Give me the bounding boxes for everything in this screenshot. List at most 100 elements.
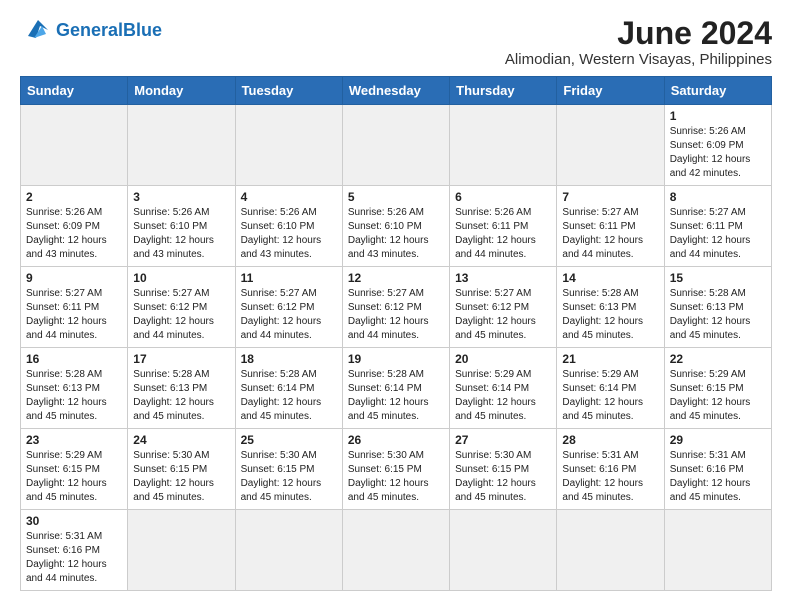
calendar-cell: 20Sunrise: 5:29 AM Sunset: 6:14 PM Dayli… bbox=[450, 348, 557, 429]
calendar-cell: 6 Sunrise: 5:26 AM Sunset: 6:11 PM Daylig… bbox=[450, 186, 557, 267]
title-block: June 2024 Alimodian, Western Visayas, Ph… bbox=[505, 16, 772, 68]
calendar-cell: 30Sunrise: 5:31 AM Sunset: 6:16 PM Dayli… bbox=[21, 510, 128, 591]
day-number: 23 bbox=[26, 433, 122, 447]
calendar-cell: 28 Sunrise: 5:31 AM Sunset: 6:16 PM Dayli… bbox=[557, 429, 664, 510]
calendar-cell: 1 Sunrise: 5:26 AM Sunset: 6:09 PM Daylig… bbox=[664, 105, 771, 186]
header-friday: Friday bbox=[557, 77, 664, 105]
calendar-row: 23Sunrise: 5:29 AM Sunset: 6:15 PM Dayli… bbox=[21, 429, 772, 510]
day-number: 3 bbox=[133, 190, 229, 204]
day-info: Sunrise: 5:28 AM Sunset: 6:13 PM Dayligh… bbox=[562, 287, 658, 343]
calendar-cell: 17 Sunrise: 5:28 AM Sunset: 6:13 PM Dayli… bbox=[128, 348, 235, 429]
calendar-table: Sunday Monday Tuesday Wednesday Thursday… bbox=[20, 76, 772, 591]
calendar-cell: 18 Sunrise: 5:28 AM Sunset: 6:14 PM Dayli… bbox=[235, 348, 342, 429]
calendar-cell bbox=[342, 510, 449, 591]
calendar-cell: 5Sunrise: 5:26 AM Sunset: 6:10 PM Daylig… bbox=[342, 186, 449, 267]
calendar-cell bbox=[450, 105, 557, 186]
location-subtitle: Alimodian, Western Visayas, Philippines bbox=[505, 51, 772, 68]
day-number: 19 bbox=[348, 352, 444, 366]
calendar-cell: 26 Sunrise: 5:30 AM Sunset: 6:15 PM Dayli… bbox=[342, 429, 449, 510]
day-info: Sunrise: 5:31 AM Sunset: 6:16 PM Dayligh… bbox=[562, 449, 658, 505]
day-info: Sunrise: 5:27 AM Sunset: 6:12 PM Dayligh… bbox=[455, 287, 551, 343]
calendar-cell: 21 Sunrise: 5:29 AM Sunset: 6:14 PM Dayli… bbox=[557, 348, 664, 429]
calendar-cell: 11Sunrise: 5:27 AM Sunset: 6:12 PM Dayli… bbox=[235, 267, 342, 348]
logo-text: GeneralBlue bbox=[56, 21, 162, 39]
calendar-cell bbox=[21, 105, 128, 186]
day-number: 8 bbox=[670, 190, 766, 204]
calendar-cell: 14 Sunrise: 5:28 AM Sunset: 6:13 PM Dayli… bbox=[557, 267, 664, 348]
day-info: Sunrise: 5:26 AM Sunset: 6:09 PM Dayligh… bbox=[26, 206, 122, 262]
day-number: 6 bbox=[455, 190, 551, 204]
day-info: Sunrise: 5:29 AM Sunset: 6:14 PM Dayligh… bbox=[455, 368, 551, 424]
page-header: GeneralBlue June 2024 Alimodian, Western… bbox=[20, 16, 772, 68]
day-number: 21 bbox=[562, 352, 658, 366]
calendar-cell: 27 Sunrise: 5:30 AM Sunset: 6:15 PM Dayli… bbox=[450, 429, 557, 510]
calendar-cell: 23Sunrise: 5:29 AM Sunset: 6:15 PM Dayli… bbox=[21, 429, 128, 510]
day-number: 28 bbox=[562, 433, 658, 447]
day-number: 17 bbox=[133, 352, 229, 366]
day-info: Sunrise: 5:26 AM Sunset: 6:10 PM Dayligh… bbox=[241, 206, 337, 262]
calendar-cell: 4Sunrise: 5:26 AM Sunset: 6:10 PM Daylig… bbox=[235, 186, 342, 267]
header-wednesday: Wednesday bbox=[342, 77, 449, 105]
logo-general: General bbox=[56, 20, 123, 40]
day-info: Sunrise: 5:26 AM Sunset: 6:09 PM Dayligh… bbox=[670, 125, 766, 181]
day-info: Sunrise: 5:29 AM Sunset: 6:15 PM Dayligh… bbox=[670, 368, 766, 424]
calendar-cell bbox=[664, 510, 771, 591]
day-number: 22 bbox=[670, 352, 766, 366]
day-number: 18 bbox=[241, 352, 337, 366]
calendar-cell: 29Sunrise: 5:31 AM Sunset: 6:16 PM Dayli… bbox=[664, 429, 771, 510]
day-number: 2 bbox=[26, 190, 122, 204]
day-number: 1 bbox=[670, 109, 766, 123]
day-info: Sunrise: 5:27 AM Sunset: 6:11 PM Dayligh… bbox=[670, 206, 766, 262]
header-thursday: Thursday bbox=[450, 77, 557, 105]
day-number: 13 bbox=[455, 271, 551, 285]
calendar-row: 30Sunrise: 5:31 AM Sunset: 6:16 PM Dayli… bbox=[21, 510, 772, 591]
calendar-cell: 13 Sunrise: 5:27 AM Sunset: 6:12 PM Dayli… bbox=[450, 267, 557, 348]
day-info: Sunrise: 5:30 AM Sunset: 6:15 PM Dayligh… bbox=[241, 449, 337, 505]
calendar-cell: 3Sunrise: 5:26 AM Sunset: 6:10 PM Daylig… bbox=[128, 186, 235, 267]
day-info: Sunrise: 5:28 AM Sunset: 6:13 PM Dayligh… bbox=[133, 368, 229, 424]
calendar-row: 9Sunrise: 5:27 AM Sunset: 6:11 PM Daylig… bbox=[21, 267, 772, 348]
day-info: Sunrise: 5:30 AM Sunset: 6:15 PM Dayligh… bbox=[348, 449, 444, 505]
calendar-cell bbox=[128, 105, 235, 186]
day-info: Sunrise: 5:27 AM Sunset: 6:12 PM Dayligh… bbox=[348, 287, 444, 343]
logo: GeneralBlue bbox=[20, 16, 162, 44]
day-number: 14 bbox=[562, 271, 658, 285]
day-info: Sunrise: 5:28 AM Sunset: 6:13 PM Dayligh… bbox=[26, 368, 122, 424]
day-number: 7 bbox=[562, 190, 658, 204]
calendar-cell: 9Sunrise: 5:27 AM Sunset: 6:11 PM Daylig… bbox=[21, 267, 128, 348]
calendar-cell: 16 Sunrise: 5:28 AM Sunset: 6:13 PM Dayli… bbox=[21, 348, 128, 429]
day-info: Sunrise: 5:26 AM Sunset: 6:11 PM Dayligh… bbox=[455, 206, 551, 262]
day-info: Sunrise: 5:27 AM Sunset: 6:12 PM Dayligh… bbox=[133, 287, 229, 343]
calendar-cell: 24Sunrise: 5:30 AM Sunset: 6:15 PM Dayli… bbox=[128, 429, 235, 510]
day-info: Sunrise: 5:29 AM Sunset: 6:14 PM Dayligh… bbox=[562, 368, 658, 424]
calendar-cell bbox=[450, 510, 557, 591]
day-info: Sunrise: 5:28 AM Sunset: 6:14 PM Dayligh… bbox=[348, 368, 444, 424]
calendar-cell bbox=[235, 105, 342, 186]
calendar-cell bbox=[235, 510, 342, 591]
calendar-cell bbox=[557, 105, 664, 186]
calendar-cell: 19 Sunrise: 5:28 AM Sunset: 6:14 PM Dayli… bbox=[342, 348, 449, 429]
day-info: Sunrise: 5:28 AM Sunset: 6:14 PM Dayligh… bbox=[241, 368, 337, 424]
day-info: Sunrise: 5:27 AM Sunset: 6:11 PM Dayligh… bbox=[562, 206, 658, 262]
day-info: Sunrise: 5:31 AM Sunset: 6:16 PM Dayligh… bbox=[670, 449, 766, 505]
day-number: 16 bbox=[26, 352, 122, 366]
day-number: 30 bbox=[26, 514, 122, 528]
calendar-row: 2 Sunrise: 5:26 AM Sunset: 6:09 PM Daylig… bbox=[21, 186, 772, 267]
day-number: 27 bbox=[455, 433, 551, 447]
day-number: 15 bbox=[670, 271, 766, 285]
day-number: 12 bbox=[348, 271, 444, 285]
calendar-row: 16 Sunrise: 5:28 AM Sunset: 6:13 PM Dayli… bbox=[21, 348, 772, 429]
header-sunday: Sunday bbox=[21, 77, 128, 105]
day-number: 26 bbox=[348, 433, 444, 447]
day-info: Sunrise: 5:30 AM Sunset: 6:15 PM Dayligh… bbox=[455, 449, 551, 505]
day-number: 25 bbox=[241, 433, 337, 447]
day-number: 9 bbox=[26, 271, 122, 285]
day-number: 24 bbox=[133, 433, 229, 447]
calendar-cell bbox=[128, 510, 235, 591]
day-number: 11 bbox=[241, 271, 337, 285]
calendar-cell: 2 Sunrise: 5:26 AM Sunset: 6:09 PM Daylig… bbox=[21, 186, 128, 267]
weekday-header-row: Sunday Monday Tuesday Wednesday Thursday… bbox=[21, 77, 772, 105]
calendar-row: 1 Sunrise: 5:26 AM Sunset: 6:09 PM Daylig… bbox=[21, 105, 772, 186]
calendar-cell bbox=[557, 510, 664, 591]
calendar-cell: 7 Sunrise: 5:27 AM Sunset: 6:11 PM Daylig… bbox=[557, 186, 664, 267]
